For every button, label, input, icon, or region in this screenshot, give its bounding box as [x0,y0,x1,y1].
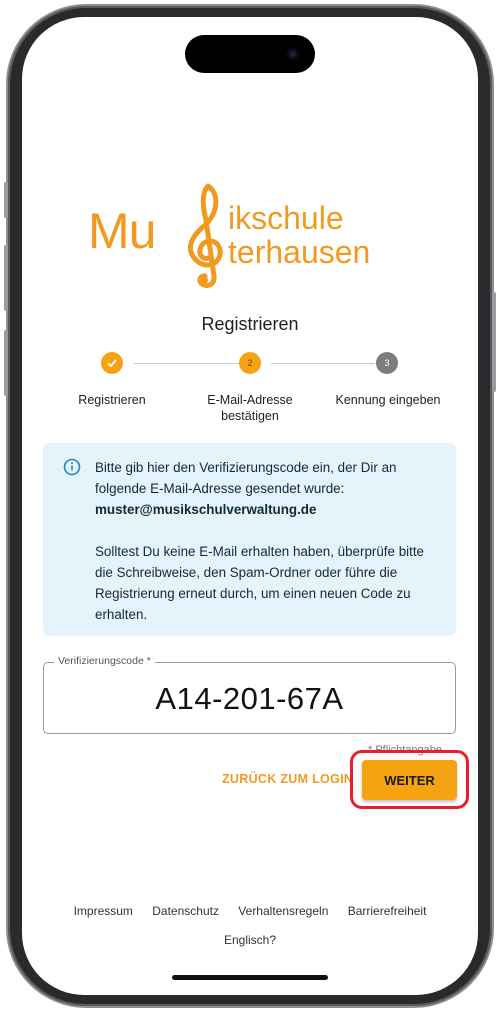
home-indicator [172,975,328,980]
side-button [4,182,8,218]
treble-clef-icon [187,183,223,289]
verification-code-input[interactable]: A14-201-67A [44,681,455,717]
highlight-annotation [350,750,469,809]
logo-word-ikschule: ikschule [228,200,344,236]
step-1-label: Registrieren [78,393,146,407]
back-to-login-button[interactable]: ZURÜCK ZUM LOGIN [222,772,353,786]
step-2-label: E-Mail-Adresse bestätigen [207,393,293,423]
info-text-intro: Bitte gib hier den Verifizierungscode ei… [95,460,397,496]
volume-up-button [4,245,8,311]
page-title: Registrieren [201,314,299,334]
stepper-line-2 [271,363,375,364]
verification-code-label: Verifizierungscode * [54,655,155,667]
language-switch-link[interactable]: Englisch? [0,933,500,947]
logo-word-terhausen: terhausen [228,234,371,270]
power-button [492,292,496,392]
registration-stepper: 2 3 Registrieren E-Mail-Adresse bestätig… [40,352,460,432]
step-2-indicator: 2 [239,352,261,374]
info-email: muster@musikschulverwaltung.de [95,502,317,517]
footer-links: Impressum Datenschutz Verhaltensregeln B… [0,904,500,918]
footer-link-datenschutz[interactable]: Datenschutz [152,904,219,918]
step-1-done-icon [101,352,123,374]
checkmark-icon [107,359,117,368]
footer-link-verhaltensregeln[interactable]: Verhaltensregeln [238,904,328,918]
footer-link-barrierefreiheit[interactable]: Barrierefreiheit [348,904,427,918]
verification-code-field[interactable]: Verifizierungscode * A14-201-67A [43,655,456,734]
info-text-hint: Solltest Du keine E-Mail erhalten haben,… [95,544,425,622]
logo-word-mu: Mu [88,203,156,259]
volume-down-button [4,330,8,396]
step-3-indicator: 3 [376,352,398,374]
info-icon [63,458,81,476]
info-alert: Bitte gib hier den Verifizierungscode ei… [43,443,456,636]
step-3-label: Kennung eingeben [335,393,441,407]
school-logo: Mu ikschule terhausen [88,180,418,290]
dynamic-island [185,35,315,73]
footer-link-impressum[interactable]: Impressum [74,904,133,918]
